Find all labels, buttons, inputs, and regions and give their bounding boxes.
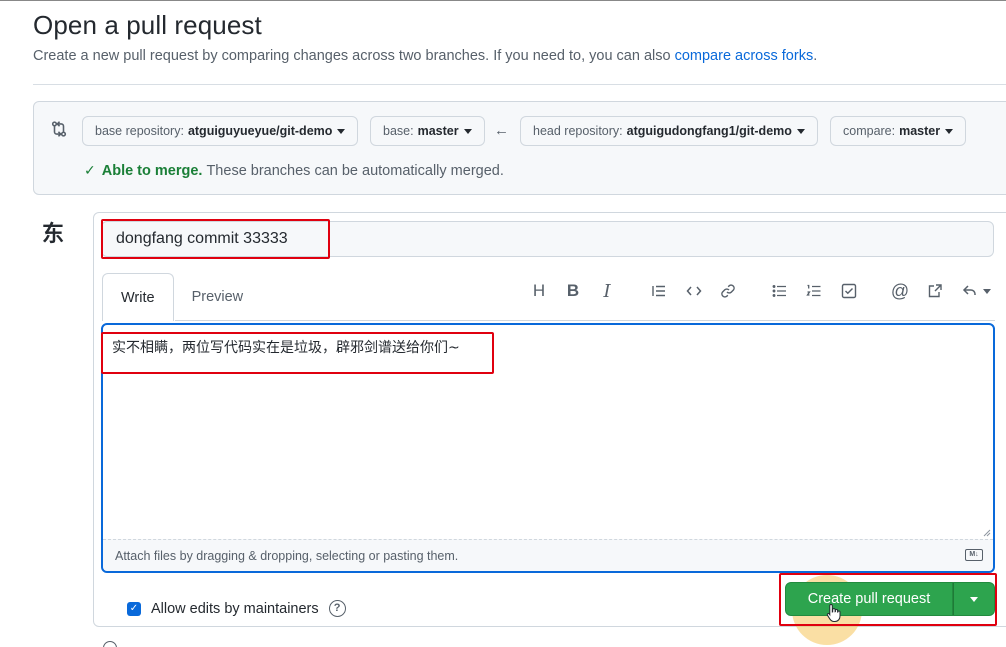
- unordered-list-icon[interactable]: [770, 281, 790, 301]
- reply-icon[interactable]: [959, 281, 993, 301]
- base-branch-label: base:: [383, 124, 414, 138]
- body-textarea[interactable]: 实不相瞒，两位写代码实在是垃圾，辟邪剑谱送给你们~ Attach files b…: [101, 323, 995, 573]
- editor-tabs: Write Preview: [102, 273, 261, 321]
- tab-divider: [175, 320, 995, 321]
- create-options-dropdown[interactable]: [953, 582, 995, 616]
- title-input[interactable]: dongfang commit 33333: [101, 221, 994, 257]
- tab-write[interactable]: Write: [102, 273, 174, 321]
- compare-branch-value: master: [899, 124, 941, 138]
- merge-status-title: Able to merge.: [101, 162, 203, 179]
- attach-files-text: Attach files by dragging & dropping, sel…: [115, 549, 459, 563]
- subtitle-text: Create a new pull request by comparing c…: [33, 48, 671, 64]
- tab-preview[interactable]: Preview: [174, 273, 262, 321]
- attach-files-bar[interactable]: Attach files by dragging & dropping, sel…: [103, 539, 993, 571]
- check-icon: ✓: [84, 162, 96, 178]
- chevron-down-icon: [945, 129, 954, 134]
- hand-cursor-icon: [826, 603, 841, 622]
- page-subtitle: Create a new pull request by comparing c…: [33, 48, 817, 64]
- base-repository-select[interactable]: base repository: atguiguyueyue/git-demo: [82, 116, 359, 146]
- markdown-icon: M↓: [965, 549, 983, 561]
- italic-icon[interactable]: I: [597, 281, 617, 302]
- head-repository-select[interactable]: head repository: atguigudongfang1/git-de…: [520, 116, 818, 146]
- chevron-down-icon: [982, 289, 991, 294]
- quote-icon[interactable]: [649, 281, 669, 301]
- chevron-down-icon: [463, 129, 472, 134]
- git-compare-icon: [50, 120, 68, 138]
- chevron-down-icon: [337, 129, 346, 134]
- allow-edits-option[interactable]: ✓ Allow edits by maintainers ?: [127, 600, 346, 617]
- page-title: Open a pull request: [33, 10, 262, 40]
- allow-edits-checkbox[interactable]: ✓: [127, 601, 141, 616]
- head-repository-label: head repository:: [533, 124, 623, 138]
- base-repository-label: base repository:: [95, 124, 184, 138]
- task-list-icon[interactable]: [839, 281, 859, 301]
- code-icon[interactable]: [684, 281, 704, 301]
- head-repository-value: atguigudongfang1/git-demo: [626, 124, 792, 138]
- avatar: 东: [42, 221, 65, 246]
- chevron-down-icon: [796, 129, 805, 134]
- create-pull-request-button[interactable]: Create pull request: [785, 582, 953, 616]
- help-icon[interactable]: ?: [328, 600, 346, 617]
- ordered-list-icon[interactable]: [804, 281, 824, 301]
- subtitle-period: .: [813, 48, 818, 64]
- chevron-down-icon: [970, 596, 978, 602]
- bold-icon[interactable]: B: [563, 281, 583, 301]
- heading-icon[interactable]: H: [529, 281, 549, 301]
- base-branch-select[interactable]: base: master: [370, 116, 485, 146]
- arrow-left-icon: ←: [494, 122, 509, 139]
- divider: [33, 84, 1006, 85]
- base-branch-value: master: [417, 124, 459, 138]
- compare-across-forks-link[interactable]: compare across forks: [675, 48, 814, 64]
- base-repository-value: atguiguyueyue/git-demo: [187, 124, 333, 138]
- cross-reference-icon[interactable]: [925, 281, 945, 301]
- top-border: [0, 0, 1006, 1]
- mention-icon[interactable]: @: [890, 281, 910, 301]
- merge-status-text: These branches can be automatically merg…: [206, 162, 504, 179]
- info-icon: [103, 641, 117, 647]
- link-icon[interactable]: [718, 281, 738, 301]
- resize-handle-icon[interactable]: [981, 527, 991, 537]
- body-text: 实不相瞒，两位写代码实在是垃圾，辟邪剑谱送给你们~: [112, 340, 460, 356]
- compare-panel: base repository: atguiguyueyue/git-demo …: [33, 101, 1006, 195]
- compare-branch-select[interactable]: compare: master: [830, 116, 967, 146]
- compare-branch-label: compare:: [843, 124, 896, 138]
- merge-status: ✓ Able to merge. These branches can be a…: [84, 162, 504, 179]
- allow-edits-label: Allow edits by maintainers: [151, 600, 319, 617]
- create-pull-request-group: Create pull request: [785, 582, 995, 616]
